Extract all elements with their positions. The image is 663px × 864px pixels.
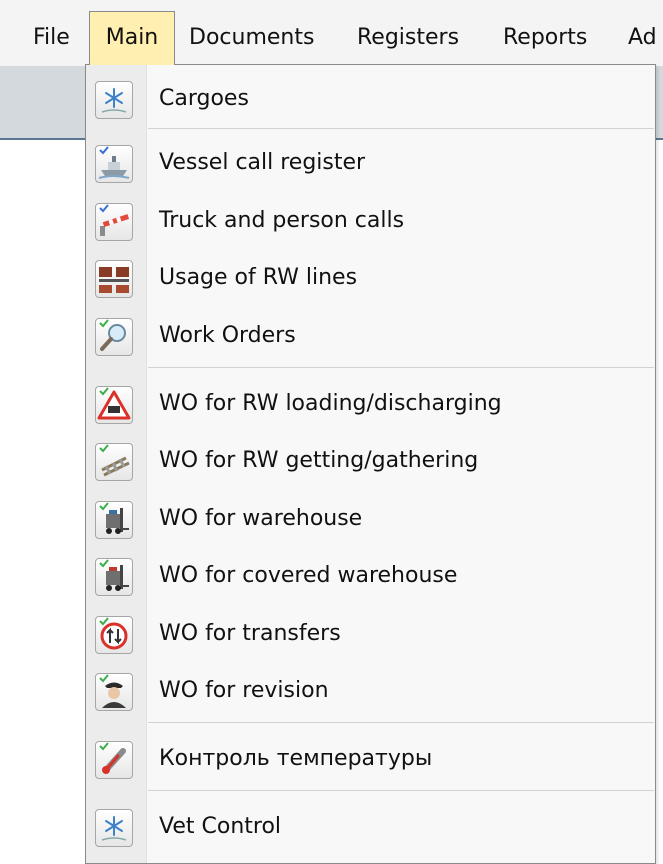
menu-item-vessel-call-register[interactable]: Vessel call register xyxy=(86,135,655,191)
forklift-icon xyxy=(95,501,133,539)
menu-additional[interactable]: Ad xyxy=(628,12,657,64)
barrier-icon xyxy=(95,203,133,241)
snowflake-icon xyxy=(95,81,133,119)
menu-item-work-orders[interactable]: Work Orders xyxy=(86,308,655,364)
menu-item-truck-and-person-calls[interactable]: Truck and person calls xyxy=(86,193,655,249)
menu-documents[interactable]: Documents xyxy=(189,12,314,64)
inspector-icon xyxy=(95,673,133,711)
forklift-covered-icon xyxy=(95,558,133,596)
thermometer-icon xyxy=(95,741,133,779)
magnifier-icon xyxy=(95,318,133,356)
menu-separator xyxy=(148,790,654,791)
menu-item-cargoes[interactable]: Cargoes xyxy=(86,71,655,127)
menu-item-wo-rw-getting-gathering[interactable]: WO for RW getting/gathering xyxy=(86,433,655,489)
menu-item-wo-rw-loading-discharging[interactable]: WO for RW loading/discharging xyxy=(86,376,655,432)
menu-bar: File Main Documents Registers Reports Ad xyxy=(0,0,663,67)
menu-file[interactable]: File xyxy=(33,12,70,64)
menu-separator xyxy=(148,722,654,723)
rail-wagon-icon xyxy=(95,260,133,298)
transfer-sign-icon xyxy=(95,616,133,654)
menu-item-label: WO for RW loading/discharging xyxy=(159,391,502,416)
menu-item-temperature-control[interactable]: Контроль температуры xyxy=(86,731,655,787)
menu-separator xyxy=(148,367,654,368)
menu-item-label: WO for warehouse xyxy=(159,506,363,531)
menu-reports[interactable]: Reports xyxy=(503,12,587,64)
warning-wagon-icon xyxy=(95,386,133,424)
menu-item-wo-revision[interactable]: WO for revision xyxy=(86,663,655,719)
menu-item-label: Vessel call register xyxy=(159,150,366,175)
menu-separator xyxy=(148,128,654,129)
main-menu-dropdown: Cargoes Vessel call register Truck and p… xyxy=(85,64,656,864)
menu-item-label: Work Orders xyxy=(159,323,296,348)
menu-item-wo-transfers[interactable]: WO for transfers xyxy=(86,606,655,662)
snowflake-icon xyxy=(95,809,133,847)
menu-item-label: Truck and person calls xyxy=(159,208,405,233)
menu-item-label: WO for RW getting/gathering xyxy=(159,448,479,473)
menu-item-label: Контроль температуры xyxy=(159,746,433,771)
menu-item-label: WO for transfers xyxy=(159,621,341,646)
menu-item-usage-of-rw-lines[interactable]: Usage of RW lines xyxy=(86,250,655,306)
menu-item-wo-covered-warehouse[interactable]: WO for covered warehouse xyxy=(86,548,655,604)
rail-track-icon xyxy=(95,443,133,481)
menu-item-label: Cargoes xyxy=(159,86,249,111)
menu-item-label: WO for revision xyxy=(159,678,329,703)
menu-item-label: WO for covered warehouse xyxy=(159,563,458,588)
menu-main[interactable]: Main xyxy=(89,11,175,65)
menu-item-wo-warehouse[interactable]: WO for warehouse xyxy=(86,491,655,547)
vessel-icon xyxy=(95,145,133,183)
menu-item-label: Usage of RW lines xyxy=(159,265,358,290)
menu-registers[interactable]: Registers xyxy=(357,12,459,64)
